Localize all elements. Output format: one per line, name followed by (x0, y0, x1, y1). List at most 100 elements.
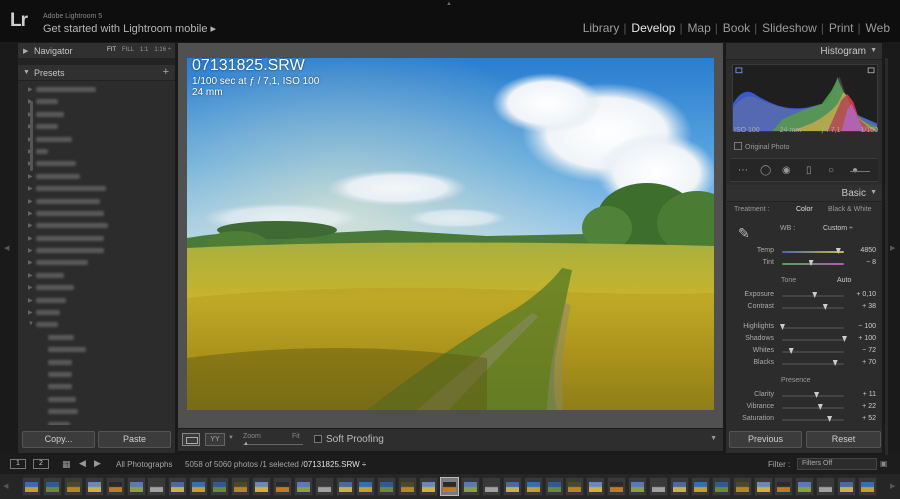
filmstrip-scroll-left-icon[interactable]: ◀ (3, 482, 8, 490)
slider-value[interactable]: − 100 (858, 323, 876, 330)
preset-folder-row[interactable]: ▶ (22, 157, 168, 169)
filmstrip-thumbnail[interactable] (440, 477, 459, 496)
lightroom-mobile-link[interactable]: Get started with Lightroom mobile ▸ (43, 22, 216, 35)
crop-overlay-icon[interactable]: ⋯ (738, 165, 748, 176)
filmstrip-thumbnail[interactable] (649, 477, 668, 496)
histogram-header[interactable]: Histogram ▼ (726, 43, 882, 60)
filmstrip-thumbnail[interactable] (63, 477, 83, 496)
filmstrip-thumbnail[interactable] (168, 477, 188, 496)
filmstrip-thumbnail[interactable] (105, 477, 125, 496)
reset-button[interactable]: Reset (806, 431, 881, 448)
slider-temp[interactable]: Temp 4850 (726, 246, 882, 257)
slider-vibrance[interactable]: Vibrance + 22 (726, 402, 882, 413)
left-panel-scrollbar[interactable] (30, 101, 33, 171)
right-panel-toggle-icon[interactable]: ▶ (890, 244, 895, 252)
slider-value[interactable]: − 8 (866, 259, 876, 266)
slider-tint[interactable]: Tint − 8 (726, 258, 882, 269)
filmstrip-thumbnail[interactable] (795, 477, 815, 496)
filmstrip-thumbnail[interactable] (210, 477, 230, 496)
filmstrip-thumbnail[interactable] (732, 477, 752, 496)
filmstrip-thumbnail[interactable] (544, 477, 564, 496)
slider-track[interactable] (782, 395, 844, 397)
preset-folder-row[interactable]: ▶ (22, 306, 168, 318)
filmstrip-thumbnail[interactable] (586, 477, 606, 496)
slider-track[interactable] (782, 307, 844, 309)
navigator-header[interactable]: ▶ Navigator FIT FILL 1:1 1:16 ÷ (18, 43, 175, 59)
filmstrip-thumbnail[interactable] (858, 477, 877, 496)
filmstrip-thumbnail[interactable] (126, 477, 146, 496)
slider-value[interactable]: + 70 (862, 359, 876, 366)
slider-track[interactable] (782, 339, 844, 341)
preset-folder-row[interactable]: ▶ (22, 182, 168, 194)
module-library[interactable]: Library (577, 21, 626, 35)
slider-saturation[interactable]: Saturation + 52 (726, 414, 882, 425)
zoom-slider[interactable] (243, 444, 303, 445)
filmstrip-thumbnail[interactable] (42, 477, 62, 496)
preset-folder-row[interactable]: ▶ (22, 108, 168, 120)
slider-track[interactable] (782, 251, 844, 253)
preset-folder-row[interactable]: ▶ (22, 244, 168, 256)
preset-folder-row[interactable]: ▶ (22, 269, 168, 281)
before-after-button[interactable]: YY (205, 433, 225, 446)
preset-folder-row[interactable]: ▶ (22, 195, 168, 207)
preset-folder-row[interactable]: ▶ (22, 219, 168, 231)
slider-value[interactable]: + 100 (858, 335, 876, 342)
module-print[interactable]: Print (821, 21, 860, 35)
preset-folder-row[interactable]: ▶ (22, 256, 168, 268)
preset-folder-row[interactable]: ▶ (22, 294, 168, 306)
slider-track[interactable] (782, 263, 844, 265)
basic-header[interactable]: Basic ▼ (726, 185, 882, 202)
paste-button[interactable]: Paste (98, 431, 171, 448)
filter-select[interactable]: Filters Off (797, 458, 877, 470)
module-slideshow[interactable]: Slideshow (754, 21, 823, 35)
preset-folder-row[interactable] (22, 418, 168, 425)
filmstrip-thumbnail[interactable] (628, 477, 648, 496)
filmstrip-thumbnail[interactable] (607, 477, 627, 496)
filmstrip-thumbnail[interactable] (314, 477, 334, 496)
preset-folder-row[interactable] (22, 405, 168, 417)
filmstrip-thumbnail[interactable] (523, 477, 543, 496)
filmstrip-thumbnail[interactable] (272, 477, 292, 496)
filmstrip-thumbnail[interactable] (84, 477, 104, 496)
filmstrip-scroll-right-icon[interactable]: ▶ (890, 482, 895, 490)
main-window-button[interactable]: 1 (10, 459, 26, 469)
original-photo-checkbox[interactable]: Original Photo (734, 142, 789, 151)
wb-preset-select[interactable]: Custom ÷ (823, 225, 853, 232)
preset-folder-row[interactable]: ▶ (22, 145, 168, 157)
filmstrip-thumbnail[interactable] (231, 477, 250, 496)
tool-slider[interactable] (850, 171, 870, 172)
preset-folder-row[interactable]: ▶ (22, 83, 168, 95)
spot-removal-icon[interactable]: ◯ (760, 165, 771, 176)
preset-folder-row[interactable]: ▼ (22, 318, 168, 330)
presets-header[interactable]: ▼ Presets + (18, 65, 175, 81)
filmstrip-thumbnail[interactable] (502, 477, 522, 496)
filmstrip-thumbnail[interactable] (356, 477, 376, 496)
collection-source[interactable]: All Photographs (116, 460, 172, 469)
preset-folder-row[interactable]: ▶ (22, 95, 168, 107)
treatment-color-option[interactable]: Color (796, 206, 813, 213)
landscape-photo[interactable] (187, 58, 714, 410)
slider-blacks[interactable]: Blacks + 70 (726, 358, 882, 369)
nav-mode-fit[interactable]: FIT (107, 47, 116, 53)
filmstrip-thumbnail[interactable] (377, 477, 397, 496)
slider-value[interactable]: + 22 (862, 403, 876, 410)
histogram-graph[interactable] (732, 64, 878, 132)
preset-folder-row[interactable]: ▶ (22, 207, 168, 219)
filmstrip-thumbnail[interactable] (711, 477, 731, 496)
slider-highlights[interactable]: Highlights − 100 (726, 322, 882, 333)
preset-folder-row[interactable]: ▶ (22, 120, 168, 132)
preset-folder-row[interactable]: ▶ (22, 133, 168, 145)
soft-proofing-checkbox[interactable] (314, 435, 322, 443)
filmstrip-thumbnail[interactable] (669, 477, 689, 496)
slider-contrast[interactable]: Contrast + 38 (726, 302, 882, 313)
preset-folder-row[interactable]: ▶ (22, 281, 168, 293)
filmstrip-thumbnail[interactable] (690, 477, 710, 496)
slider-value[interactable]: − 72 (862, 347, 876, 354)
right-panel-scrollbar[interactable] (885, 58, 888, 458)
slider-value[interactable]: + 0,10 (856, 291, 876, 298)
filmstrip-thumbnail[interactable] (398, 477, 418, 496)
filmstrip-thumbnail[interactable] (460, 477, 480, 496)
slider-value[interactable]: + 11 (863, 391, 876, 398)
filter-lock-icon[interactable]: ▣ (880, 459, 888, 468)
module-develop[interactable]: Develop (623, 21, 681, 35)
